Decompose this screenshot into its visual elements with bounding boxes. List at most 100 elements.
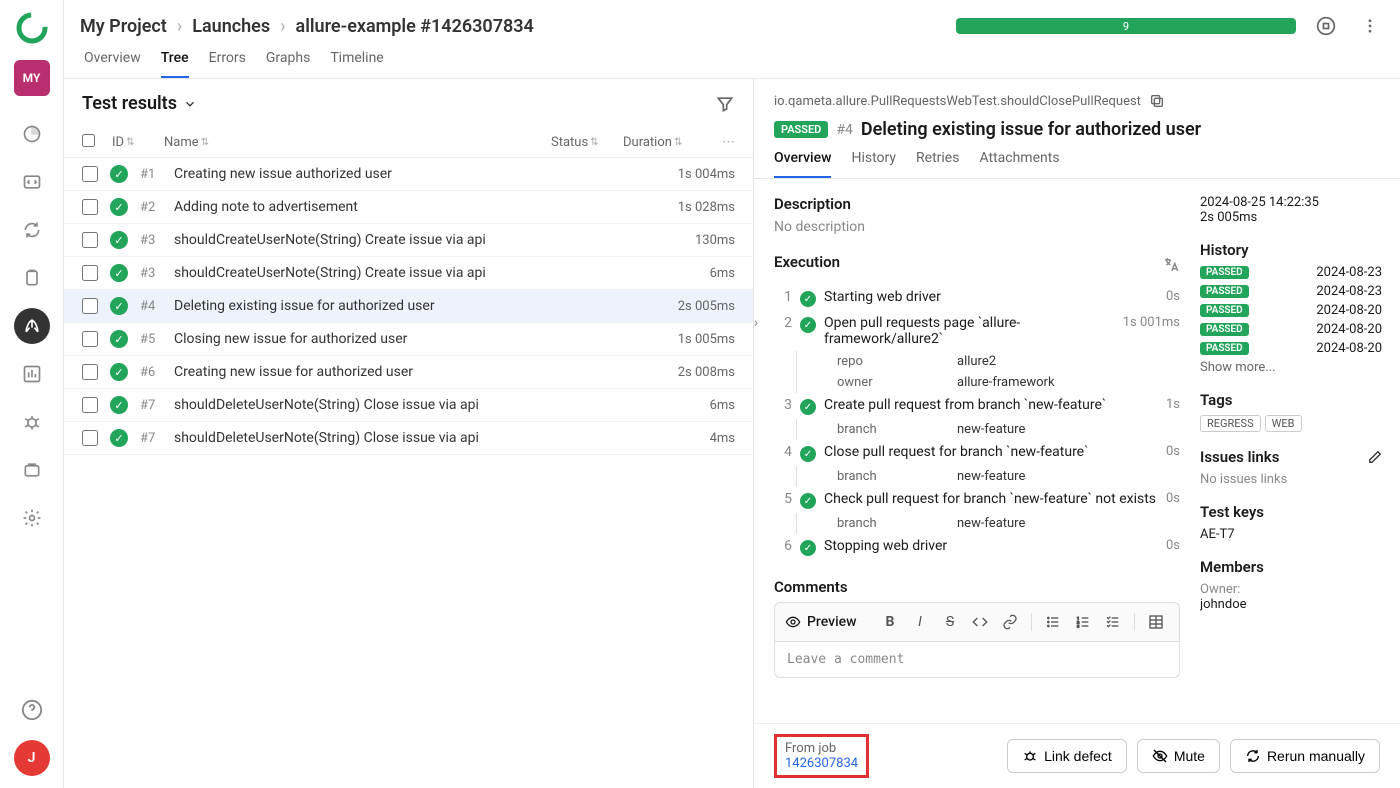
step-row[interactable]: 5 ✓ Check pull request for branch `new-f… (774, 487, 1180, 513)
test-row[interactable]: ✓ #3 shouldCreateUserNote(String) Create… (64, 257, 753, 290)
status-badge: PASSED (774, 121, 828, 138)
code-icon[interactable] (14, 164, 50, 200)
app-logo[interactable] (16, 12, 48, 44)
test-results-heading[interactable]: Test results (82, 93, 197, 114)
chevron-right-icon[interactable]: › (754, 315, 768, 331)
col-duration[interactable]: Duration⇅ (623, 135, 703, 150)
more-vertical-icon[interactable] (1356, 12, 1384, 40)
stop-icon[interactable] (1312, 12, 1340, 40)
detail-tab-overview[interactable]: Overview (774, 150, 831, 178)
row-checkbox[interactable] (82, 397, 98, 413)
tab-tree[interactable]: Tree (161, 50, 189, 78)
rerun-button[interactable]: Rerun manually (1230, 739, 1380, 773)
bold-icon[interactable]: B (877, 609, 903, 635)
bug-icon[interactable] (14, 404, 50, 440)
env-icon[interactable] (14, 452, 50, 488)
edit-icon[interactable] (1368, 450, 1382, 464)
test-row[interactable]: ✓ #6 Creating new issue for authorized u… (64, 356, 753, 389)
test-duration: 1s 004ms (665, 167, 735, 182)
description-text: No description (774, 219, 1180, 235)
tab-overview[interactable]: Overview (84, 50, 141, 78)
test-row[interactable]: ✓ #3 shouldCreateUserNote(String) Create… (64, 224, 753, 257)
ol-icon[interactable]: 123 (1070, 609, 1096, 635)
col-status[interactable]: Status⇅ (551, 135, 611, 150)
history-row[interactable]: PASSED2024-08-20 (1200, 322, 1382, 337)
history-row[interactable]: PASSED2024-08-23 (1200, 265, 1382, 280)
step-row[interactable]: 4 ✓ Close pull request for branch `new-f… (774, 440, 1180, 466)
more-horizontal-icon[interactable]: ⋯ (715, 135, 735, 150)
status-passed-icon: ✓ (800, 399, 816, 415)
link-icon[interactable] (997, 609, 1023, 635)
settings-icon[interactable] (14, 500, 50, 536)
mute-button[interactable]: Mute (1137, 739, 1220, 773)
help-icon[interactable] (14, 692, 50, 728)
table-icon[interactable] (1143, 609, 1169, 635)
test-id: #5 (140, 332, 162, 347)
status-passed-icon: ✓ (800, 446, 816, 462)
members-heading: Members (1200, 558, 1382, 576)
tab-graphs[interactable]: Graphs (266, 50, 310, 78)
tab-errors[interactable]: Errors (209, 50, 246, 78)
row-checkbox[interactable] (82, 265, 98, 281)
breadcrumb-section[interactable]: Launches (192, 16, 270, 37)
sync-icon[interactable] (14, 212, 50, 248)
row-checkbox[interactable] (82, 166, 98, 182)
step-duration: 1s 001ms (1123, 315, 1180, 330)
detail-tab-retries[interactable]: Retries (916, 150, 959, 178)
test-row[interactable]: ✓ #7 shouldDeleteUserNote(String) Close … (64, 389, 753, 422)
copy-icon[interactable] (1149, 93, 1165, 109)
col-id[interactable]: ID⇅ (112, 135, 152, 150)
row-checkbox[interactable] (82, 232, 98, 248)
preview-button[interactable]: Preview (785, 614, 857, 630)
step-row[interactable]: 1 ✓ Starting web driver 0s (774, 285, 1180, 311)
test-row[interactable]: ✓ #4 Deleting existing issue for authori… (64, 290, 753, 323)
row-checkbox[interactable] (82, 199, 98, 215)
detail-tab-history[interactable]: History (851, 150, 896, 178)
select-all-checkbox[interactable] (82, 134, 95, 147)
test-name: Adding note to advertisement (174, 199, 653, 215)
row-checkbox[interactable] (82, 298, 98, 314)
code-icon[interactable] (967, 609, 993, 635)
ul-icon[interactable] (1040, 609, 1066, 635)
row-checkbox[interactable] (82, 430, 98, 446)
project-badge[interactable]: MY (14, 60, 50, 96)
col-name[interactable]: Name⇅ (164, 135, 539, 150)
tag-chip[interactable]: REGRESS (1200, 415, 1261, 432)
checklist-icon[interactable] (1100, 609, 1126, 635)
history-row[interactable]: PASSED2024-08-20 (1200, 341, 1382, 356)
tab-timeline[interactable]: Timeline (330, 50, 383, 78)
detail-tab-attachments[interactable]: Attachments (979, 150, 1059, 178)
dashboard-icon[interactable] (14, 116, 50, 152)
tags-heading: Tags (1200, 391, 1382, 409)
show-more-link[interactable]: Show more... (1200, 360, 1382, 375)
step-duration: 0s (1166, 289, 1180, 304)
clipboard-icon[interactable] (14, 260, 50, 296)
stats-icon[interactable] (14, 356, 50, 392)
history-row[interactable]: PASSED2024-08-23 (1200, 284, 1382, 299)
test-row[interactable]: ✓ #7 shouldDeleteUserNote(String) Close … (64, 422, 753, 455)
status-badge: PASSED (1200, 285, 1249, 298)
italic-icon[interactable]: I (907, 609, 933, 635)
test-name: Creating new issue authorized user (174, 166, 653, 182)
history-row[interactable]: PASSED2024-08-20 (1200, 303, 1382, 318)
comment-input[interactable]: Leave a comment (774, 642, 1180, 678)
user-avatar[interactable]: J (14, 740, 50, 776)
strike-icon[interactable]: S (937, 609, 963, 635)
link-defect-button[interactable]: Link defect (1007, 739, 1127, 773)
test-row[interactable]: ✓ #1 Creating new issue authorized user … (64, 158, 753, 191)
from-job-id[interactable]: 1426307834 (785, 756, 858, 771)
step-row[interactable]: 6 ✓ Stopping web driver 0s (774, 534, 1180, 560)
progress-bar[interactable]: 9 (956, 18, 1296, 34)
row-checkbox[interactable] (82, 364, 98, 380)
rocket-icon[interactable] (14, 308, 50, 344)
test-row[interactable]: ✓ #2 Adding note to advertisement 1s 028… (64, 191, 753, 224)
filter-icon[interactable] (715, 94, 735, 114)
breadcrumb-project[interactable]: My Project (80, 16, 167, 37)
tag-chip[interactable]: WEB (1265, 415, 1302, 432)
status-passed-icon: ✓ (800, 540, 816, 556)
step-row[interactable]: 3 ✓ Create pull request from branch `new… (774, 393, 1180, 419)
row-checkbox[interactable] (82, 331, 98, 347)
translate-icon[interactable] (1162, 256, 1180, 274)
test-row[interactable]: ✓ #5 Closing new issue for authorized us… (64, 323, 753, 356)
step-row[interactable]: › 2 ✓ Open pull requests page `allure-fr… (774, 311, 1180, 351)
